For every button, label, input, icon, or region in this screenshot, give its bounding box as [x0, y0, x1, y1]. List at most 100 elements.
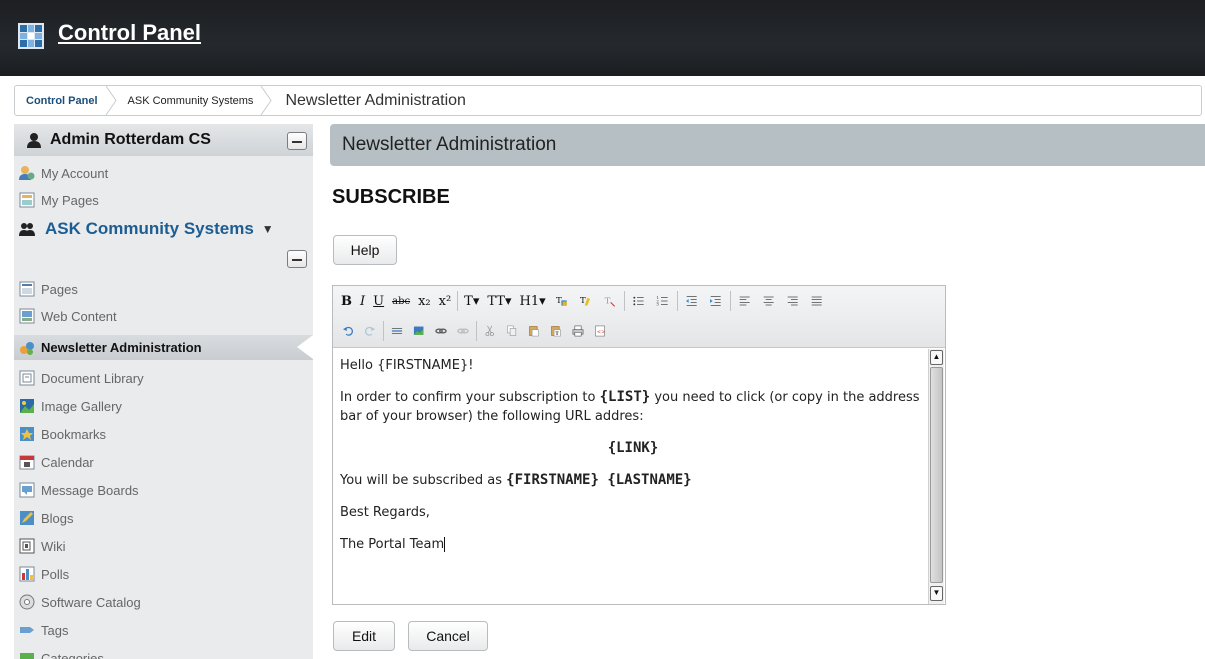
tags-icon — [20, 627, 34, 633]
undo-icon[interactable] — [337, 320, 359, 342]
sidebar-item-blogs[interactable]: Blogs — [14, 507, 313, 529]
sidebar-item-polls[interactable]: Polls — [14, 563, 313, 585]
document-library-icon — [19, 370, 35, 386]
text-run: In order to confirm your subscription to — [340, 390, 600, 405]
paste-icon[interactable] — [523, 320, 545, 342]
bulleted-list-icon[interactable] — [627, 290, 651, 312]
font-style-button[interactable]: T▾ — [460, 290, 483, 312]
sidebar-item-label: Polls — [41, 566, 70, 582]
user-name: Admin Rotterdam CS — [50, 131, 211, 148]
underline-button[interactable]: U — [369, 290, 388, 312]
sidebar-item-my-pages[interactable]: My Pages — [14, 189, 313, 211]
sidebar-item-label: Wiki — [41, 538, 66, 554]
user-icon — [27, 133, 41, 148]
breadcrumb-label: Newsletter Administration — [285, 91, 466, 109]
breadcrumb-control-panel[interactable]: Control Panel — [15, 86, 117, 115]
paste-text-icon[interactable]: T — [545, 320, 567, 342]
subscript-button[interactable]: x₂ — [414, 290, 435, 312]
italic-button[interactable]: I — [356, 290, 369, 312]
remove-format-icon[interactable]: T — [598, 290, 622, 312]
scrollbar-thumb[interactable] — [930, 367, 943, 583]
control-panel-title-link[interactable]: Control Panel — [58, 20, 201, 46]
sidebar-item-bookmarks[interactable]: Bookmarks — [14, 423, 313, 445]
sidebar-item-newsletter-administration[interactable]: Newsletter Administration — [14, 335, 313, 360]
editor-scrollbar[interactable]: ▲ ▼ — [928, 349, 944, 604]
insert-image-icon[interactable] — [408, 320, 430, 342]
font-size-button[interactable]: TT▾ — [483, 290, 515, 312]
collapse-community-panel-button[interactable] — [287, 250, 307, 268]
align-justify-icon[interactable] — [805, 290, 829, 312]
sidebar-item-label: Categories — [41, 650, 104, 659]
toolbar-separator — [676, 291, 678, 311]
text-color-icon[interactable]: T — [550, 290, 574, 312]
sidebar-item-document-library[interactable]: Document Library — [14, 367, 313, 389]
scroll-up-arrow-icon[interactable]: ▲ — [930, 350, 943, 365]
sidebar-item-label: Pages — [41, 281, 78, 297]
outdent-icon[interactable] — [680, 290, 704, 312]
subscribed-as-paragraph: You will be subscribed as {FIRSTNAME} {L… — [340, 471, 926, 490]
sidebar-item-web-content[interactable]: Web Content — [14, 305, 313, 327]
editor-toolbar: B I U abc x₂ x² T▾ TT▾ H1▾ T T T 123 T <… — [333, 286, 945, 348]
svg-text:T: T — [556, 296, 562, 306]
align-left-icon[interactable] — [733, 290, 757, 312]
print-icon[interactable] — [567, 320, 589, 342]
sidebar-item-message-boards[interactable]: Message Boards — [14, 479, 313, 501]
text-run: You will be subscribed as — [340, 473, 507, 488]
redo-icon[interactable] — [359, 320, 381, 342]
regards-paragraph: Best Regards, — [340, 505, 430, 520]
community-icon — [19, 223, 35, 236]
polls-icon — [19, 566, 35, 582]
wiki-icon — [19, 538, 35, 554]
sidebar-item-calendar[interactable]: Calendar — [14, 451, 313, 473]
numbered-list-icon[interactable]: 123 — [651, 290, 675, 312]
breadcrumb-ask-community[interactable]: ASK Community Systems — [116, 86, 273, 115]
toolbar-separator — [457, 291, 459, 311]
bold-button[interactable]: B — [337, 290, 356, 312]
scroll-down-arrow-icon[interactable]: ▼ — [930, 586, 943, 601]
sidebar-item-my-account[interactable]: My Account — [14, 162, 313, 184]
align-right-icon[interactable] — [781, 290, 805, 312]
align-center-icon[interactable] — [757, 290, 781, 312]
sidebar-item-categories[interactable]: Categories — [14, 647, 313, 659]
background-color-icon[interactable]: T — [574, 290, 598, 312]
sidebar-item-label: Tags — [41, 622, 69, 638]
sidebar-item-label: Software Catalog — [41, 594, 141, 610]
community-selector[interactable]: ASK Community Systems ▼ — [14, 218, 313, 240]
view-source-icon[interactable]: <> — [589, 320, 611, 342]
pages-icon — [19, 281, 35, 297]
sidebar-item-label: Calendar — [41, 454, 94, 470]
image-gallery-icon — [20, 399, 34, 413]
greeting-paragraph: Hello {FIRSTNAME}! — [340, 358, 474, 373]
sidebar-item-wiki[interactable]: Wiki — [14, 535, 313, 557]
heading-button[interactable]: H1▾ — [515, 290, 549, 312]
breadcrumb: Control Panel ASK Community Systems News… — [14, 85, 1202, 116]
collapse-user-panel-button[interactable] — [287, 132, 307, 150]
help-button[interactable]: Help — [333, 235, 397, 265]
sidebar-item-tags[interactable]: Tags — [14, 619, 313, 641]
portlet-title: Newsletter Administration — [342, 134, 557, 155]
sidebar-item-software-catalog[interactable]: Software Catalog — [14, 591, 313, 613]
strikethrough-button[interactable]: abc — [388, 290, 414, 312]
edit-button[interactable]: Edit — [333, 621, 395, 651]
sidebar-item-label: Bookmarks — [41, 426, 107, 442]
copy-icon[interactable] — [501, 320, 523, 342]
sidebar-item-pages[interactable]: Pages — [14, 278, 313, 300]
superscript-button[interactable]: x² — [435, 290, 456, 312]
horizontal-rule-icon[interactable] — [386, 320, 408, 342]
active-item-pointer — [297, 335, 313, 359]
insert-link-icon[interactable] — [430, 320, 452, 342]
list-placeholder: {LIST} — [599, 389, 651, 405]
categories-icon — [20, 653, 34, 659]
cancel-button[interactable]: Cancel — [408, 621, 488, 651]
sidebar-item-image-gallery[interactable]: Image Gallery — [14, 395, 313, 417]
sidebar-item-label: Newsletter Administration — [41, 340, 202, 355]
svg-text:T: T — [604, 297, 610, 307]
user-panel-header: Admin Rotterdam CS — [14, 124, 313, 156]
indent-icon[interactable] — [704, 290, 728, 312]
link-paragraph: {LINK} — [340, 439, 926, 458]
link-placeholder: {LINK} — [607, 440, 659, 456]
sidebar-item-label: Image Gallery — [41, 398, 122, 414]
editor-content-area[interactable]: Hello {FIRSTNAME}! In order to confirm y… — [340, 356, 926, 567]
cut-icon[interactable] — [479, 320, 501, 342]
unlink-icon[interactable] — [452, 320, 474, 342]
